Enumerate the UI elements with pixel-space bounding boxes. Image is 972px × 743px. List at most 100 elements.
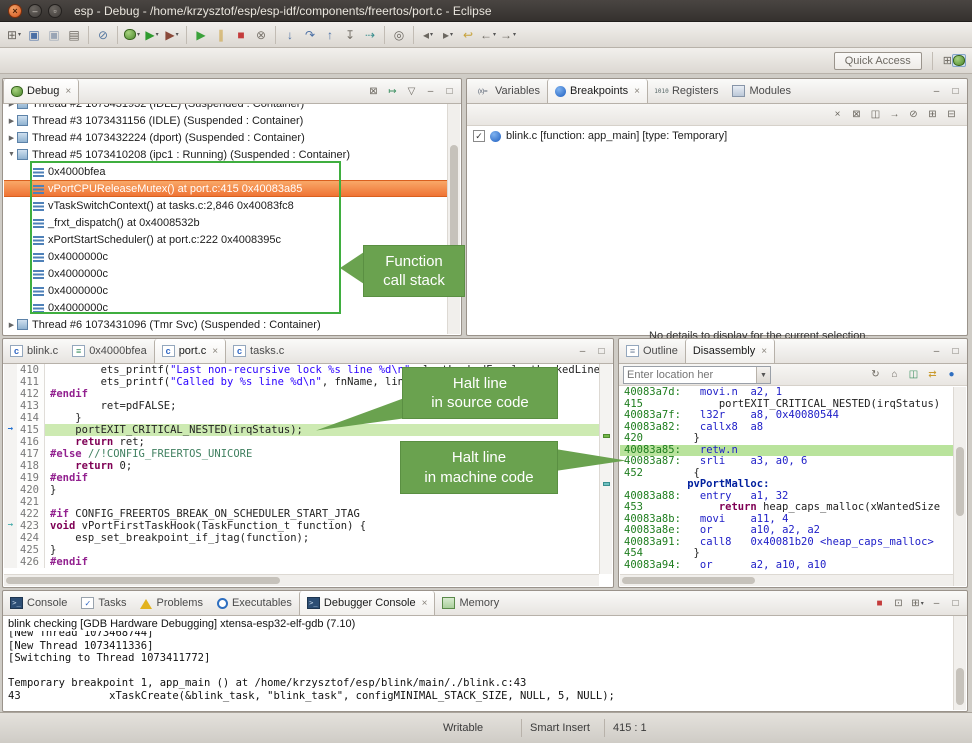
quick-access-button[interactable]: Quick Access bbox=[834, 52, 922, 70]
search-icon[interactable]: ◎ bbox=[389, 24, 409, 46]
tab-disassembly[interactable]: Disassembly× bbox=[685, 339, 775, 363]
maximize-window-icon[interactable]: ▫ bbox=[48, 4, 62, 18]
previous-annotation-icon[interactable]: ◂▾ bbox=[418, 24, 438, 46]
minimize-icon[interactable]: – bbox=[574, 343, 591, 360]
halt-line-mark[interactable] bbox=[603, 434, 610, 438]
breakpoint-checkbox[interactable]: ✓ bbox=[473, 130, 485, 142]
disassembly-vscrollbar[interactable] bbox=[953, 387, 966, 586]
tab-debug[interactable]: Debug× bbox=[3, 79, 79, 103]
maximize-icon[interactable]: □ bbox=[593, 343, 610, 360]
toggle-breakpoint-icon[interactable]: ● bbox=[943, 366, 960, 383]
close-icon[interactable]: × bbox=[634, 86, 640, 97]
close-window-icon[interactable]: × bbox=[8, 4, 22, 18]
tab-breakpoints[interactable]: Breakpoints× bbox=[547, 79, 648, 103]
maximize-icon[interactable]: □ bbox=[947, 83, 964, 100]
code-editor[interactable]: 410 ets_printf("Last non-recursive lock … bbox=[4, 364, 599, 574]
tab-tasks[interactable]: Tasks bbox=[74, 591, 133, 615]
go-to-file-icon[interactable]: → bbox=[886, 106, 903, 123]
console-vscrollbar[interactable] bbox=[953, 616, 966, 710]
debug-vscrollbar[interactable] bbox=[447, 104, 460, 334]
close-icon[interactable]: × bbox=[65, 86, 71, 97]
minimize-icon[interactable]: – bbox=[422, 83, 439, 100]
stack-frame-row[interactable]: _frxt_dispatch() at 0x4008532b bbox=[4, 214, 447, 231]
tab-registers[interactable]: Registers bbox=[648, 79, 725, 103]
terminate-icon[interactable]: ■ bbox=[231, 24, 251, 46]
tab-0x4000bfea[interactable]: 0x4000bfea bbox=[65, 339, 154, 363]
save-all-icon[interactable]: ▣ bbox=[44, 24, 64, 46]
display-selected-console-icon[interactable]: ⊡ bbox=[890, 595, 907, 612]
tab-variables[interactable]: Variables bbox=[467, 79, 547, 103]
terminate-icon[interactable]: ■ bbox=[871, 595, 888, 612]
thread-row[interactable]: ▶Thread #6 1073431096 (Tmr Svc) (Suspend… bbox=[4, 316, 447, 333]
scrollbar-thumb[interactable] bbox=[956, 668, 964, 706]
minimize-icon[interactable]: – bbox=[928, 343, 945, 360]
tab-problems[interactable]: Problems bbox=[133, 591, 209, 615]
thread-row[interactable]: ▶Thread #3 1073431156 (IDLE) (Suspended … bbox=[4, 112, 447, 129]
resume-icon[interactable]: ▶ bbox=[191, 24, 211, 46]
step-return-icon[interactable]: ↑ bbox=[320, 24, 340, 46]
annotation-mark[interactable] bbox=[603, 482, 610, 486]
skip-all-breakpoints-icon[interactable]: ⊘ bbox=[93, 24, 113, 46]
external-tools-icon[interactable]: ▶▾ bbox=[162, 24, 182, 46]
location-dropdown-icon[interactable]: ▼ bbox=[756, 367, 770, 383]
save-icon[interactable]: ▣ bbox=[24, 24, 44, 46]
location-combo[interactable]: ▼ bbox=[623, 366, 771, 384]
thread-row[interactable]: ▼Thread #5 1073410208 (ipc1 : Running) (… bbox=[4, 146, 447, 163]
stack-frame-row[interactable]: 0x4000bfea bbox=[4, 163, 447, 180]
scrollbar-thumb[interactable] bbox=[450, 145, 458, 249]
tab-tasks-c[interactable]: tasks.c bbox=[226, 339, 291, 363]
disassembly-hscrollbar[interactable] bbox=[620, 574, 953, 586]
expand-icon[interactable]: ▶ bbox=[6, 104, 17, 108]
step-over-icon[interactable]: ↷ bbox=[300, 24, 320, 46]
open-console-icon[interactable]: ⊞▾ bbox=[909, 595, 926, 612]
forward-icon[interactable]: →▾ bbox=[498, 24, 518, 46]
run-icon[interactable]: ▶▾ bbox=[142, 24, 162, 46]
stack-frame-row[interactable]: 0x4000000c bbox=[4, 299, 447, 316]
step-into-icon[interactable]: ↓ bbox=[280, 24, 300, 46]
expand-icon[interactable]: ▶ bbox=[6, 134, 17, 142]
print-icon[interactable]: ▤ bbox=[64, 24, 84, 46]
stack-frame-row[interactable]: vPortCPUReleaseMutex() at port.c:415 0x4… bbox=[4, 180, 447, 197]
expand-all-icon[interactable]: ⊞ bbox=[924, 106, 941, 123]
tab-modules[interactable]: Modules bbox=[725, 79, 798, 103]
close-icon[interactable]: × bbox=[422, 598, 428, 609]
breakpoint-item[interactable]: ✓ blink.c [function: app_main] [type: Te… bbox=[467, 126, 967, 146]
maximize-icon[interactable]: □ bbox=[441, 83, 458, 100]
minimize-icon[interactable]: – bbox=[928, 595, 945, 612]
scrollbar-thumb[interactable] bbox=[622, 577, 755, 584]
tab-blink-c[interactable]: blink.c bbox=[3, 339, 65, 363]
tab-console[interactable]: Console bbox=[3, 591, 74, 615]
disconnect-icon[interactable]: ⊗ bbox=[251, 24, 271, 46]
debug-icon[interactable]: ▾ bbox=[122, 24, 142, 46]
back-icon[interactable]: ←▾ bbox=[478, 24, 498, 46]
drop-to-frame-icon[interactable]: ↧ bbox=[340, 24, 360, 46]
maximize-icon[interactable]: □ bbox=[947, 595, 964, 612]
location-input[interactable] bbox=[624, 369, 756, 381]
remove-all-breakpoints-icon[interactable]: ⊠ bbox=[848, 106, 865, 123]
minimize-window-icon[interactable]: – bbox=[28, 4, 42, 18]
sync-selection-icon[interactable]: ⇄ bbox=[924, 366, 941, 383]
tab-outline[interactable]: Outline bbox=[619, 339, 685, 363]
debug-tree[interactable]: ▶Thread #2 1073431932 (IDLE) (Suspended … bbox=[4, 104, 447, 334]
stack-frame-row[interactable]: 0x4000000c bbox=[4, 248, 447, 265]
last-edit-location-icon[interactable]: ↩ bbox=[458, 24, 478, 46]
skip-all-breakpoints-icon[interactable]: ⊘ bbox=[905, 106, 922, 123]
thread-row[interactable]: ▶Thread #2 1073431932 (IDLE) (Suspended … bbox=[4, 104, 447, 112]
tab-debugger-console[interactable]: Debugger Console× bbox=[299, 591, 436, 615]
open-perspective-icon[interactable]: ⊞ bbox=[943, 54, 952, 67]
close-icon[interactable]: × bbox=[761, 346, 767, 357]
overview-ruler[interactable] bbox=[599, 364, 612, 574]
close-icon[interactable]: × bbox=[212, 346, 218, 357]
scrollbar-thumb[interactable] bbox=[956, 447, 964, 517]
console-output[interactable]: [New Thread 1073468744][New Thread 10734… bbox=[4, 631, 953, 710]
tab-port-c[interactable]: port.c× bbox=[154, 339, 226, 363]
expand-icon[interactable]: ▶ bbox=[6, 321, 17, 329]
stack-frame-row[interactable]: vTaskSwitchContext() at tasks.c:2,846 0x… bbox=[4, 197, 447, 214]
tab-executables[interactable]: Executables bbox=[210, 591, 299, 615]
refresh-icon[interactable]: ↻ bbox=[867, 366, 884, 383]
instruction-stepping-icon[interactable]: ⇢ bbox=[360, 24, 380, 46]
collapse-all-icon[interactable]: ⊟ bbox=[943, 106, 960, 123]
remove-all-terminated-icon[interactable]: ⊠ bbox=[365, 83, 382, 100]
suspend-icon[interactable]: ∥ bbox=[211, 24, 231, 46]
home-icon[interactable]: ⌂ bbox=[886, 366, 903, 383]
